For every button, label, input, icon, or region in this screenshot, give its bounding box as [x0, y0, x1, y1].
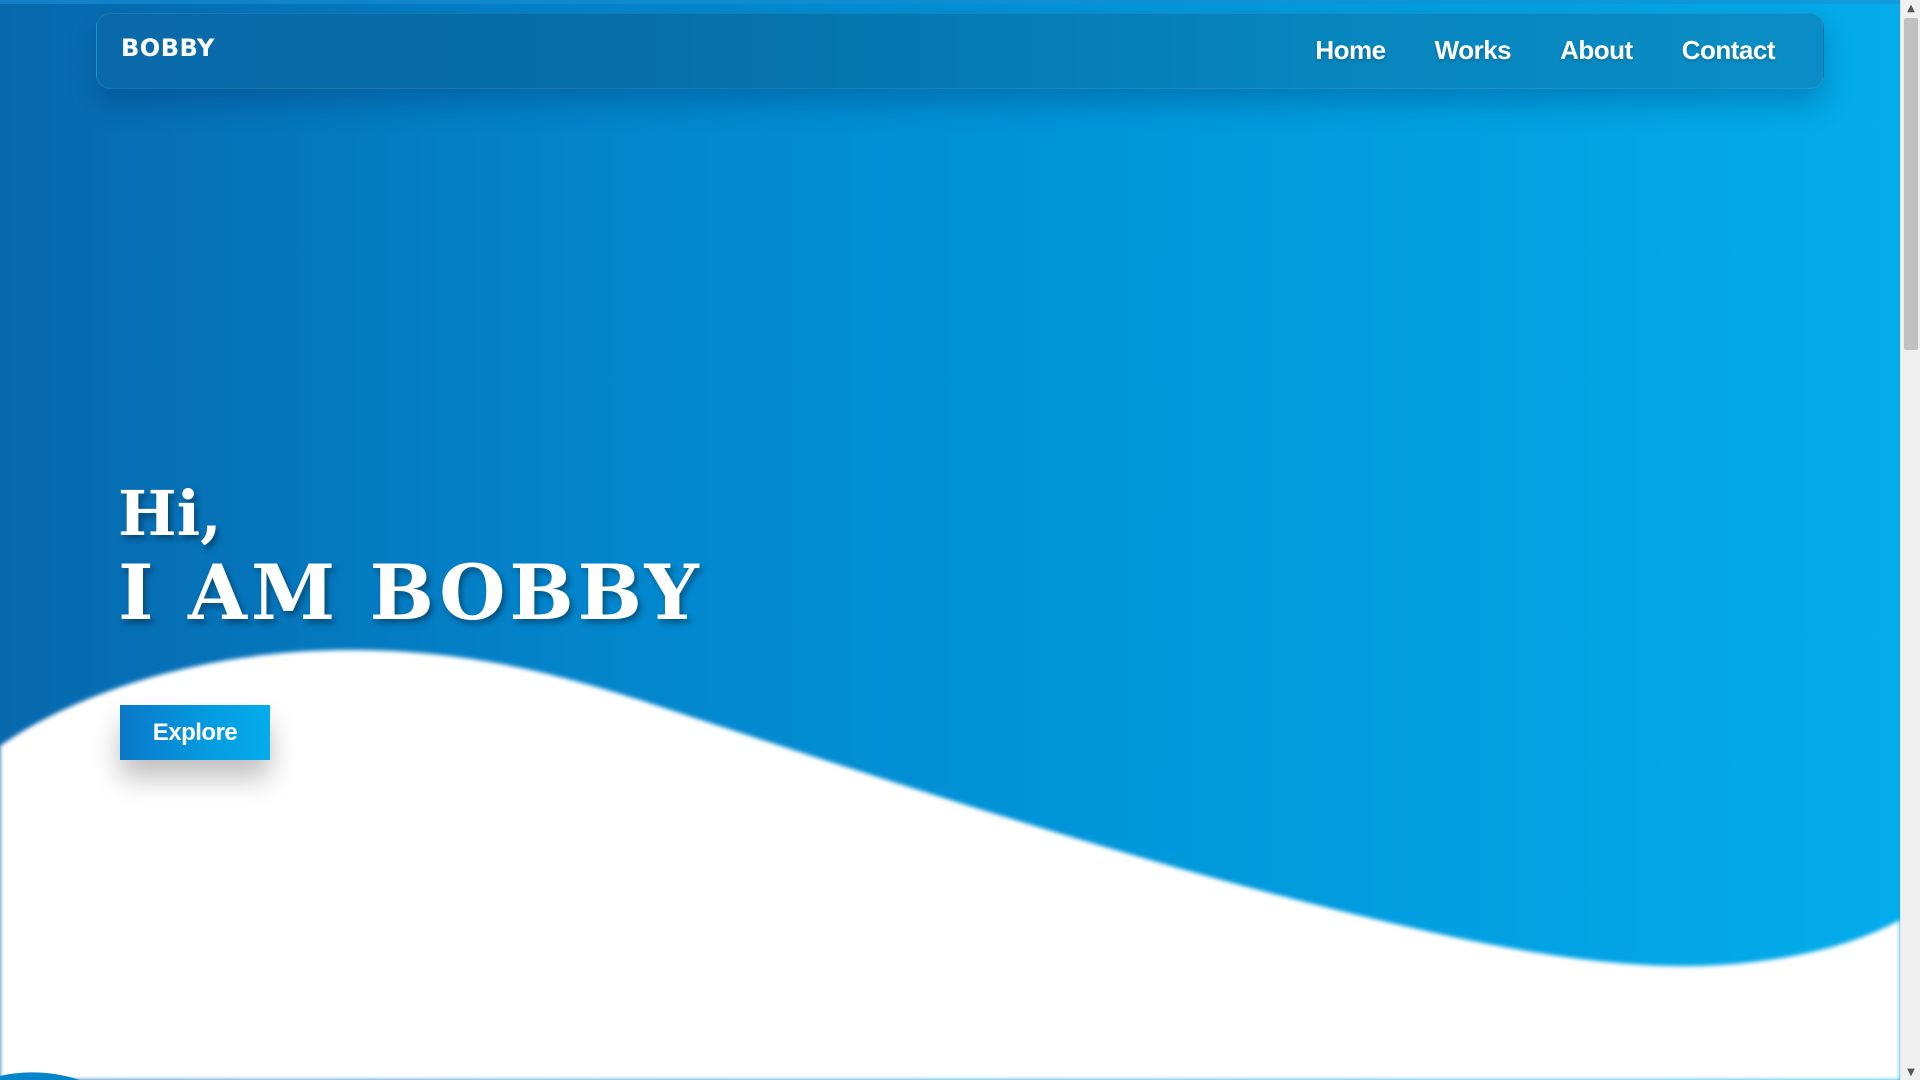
top-strip: [0, 0, 1900, 4]
scroll-thumb[interactable]: [1904, 18, 1918, 350]
nav-links: Home Works About Contact: [1315, 35, 1775, 66]
scroll-up-arrow-icon[interactable]: ▲: [1901, 0, 1920, 16]
navbar: BOBBY Home Works About Contact: [96, 13, 1824, 89]
hero-name: I AM BOBBY: [118, 548, 703, 637]
nav-link-about[interactable]: About: [1560, 35, 1633, 66]
nav-link-works[interactable]: Works: [1435, 35, 1512, 66]
vertical-scrollbar[interactable]: ▲ ▼: [1900, 0, 1920, 1080]
scroll-down-arrow-icon[interactable]: ▼: [1901, 1064, 1920, 1080]
hero-heading: Hi, I AM BOBBY: [118, 478, 703, 636]
nav-link-contact[interactable]: Contact: [1682, 35, 1776, 66]
explore-button[interactable]: Explore: [120, 705, 270, 760]
page-viewport: BOBBY Home Works About Contact Hi, I AM …: [0, 0, 1900, 1080]
hero-greeting: Hi,: [118, 477, 222, 550]
brand-logo[interactable]: BOBBY: [121, 34, 215, 62]
nav-link-home[interactable]: Home: [1315, 35, 1386, 66]
